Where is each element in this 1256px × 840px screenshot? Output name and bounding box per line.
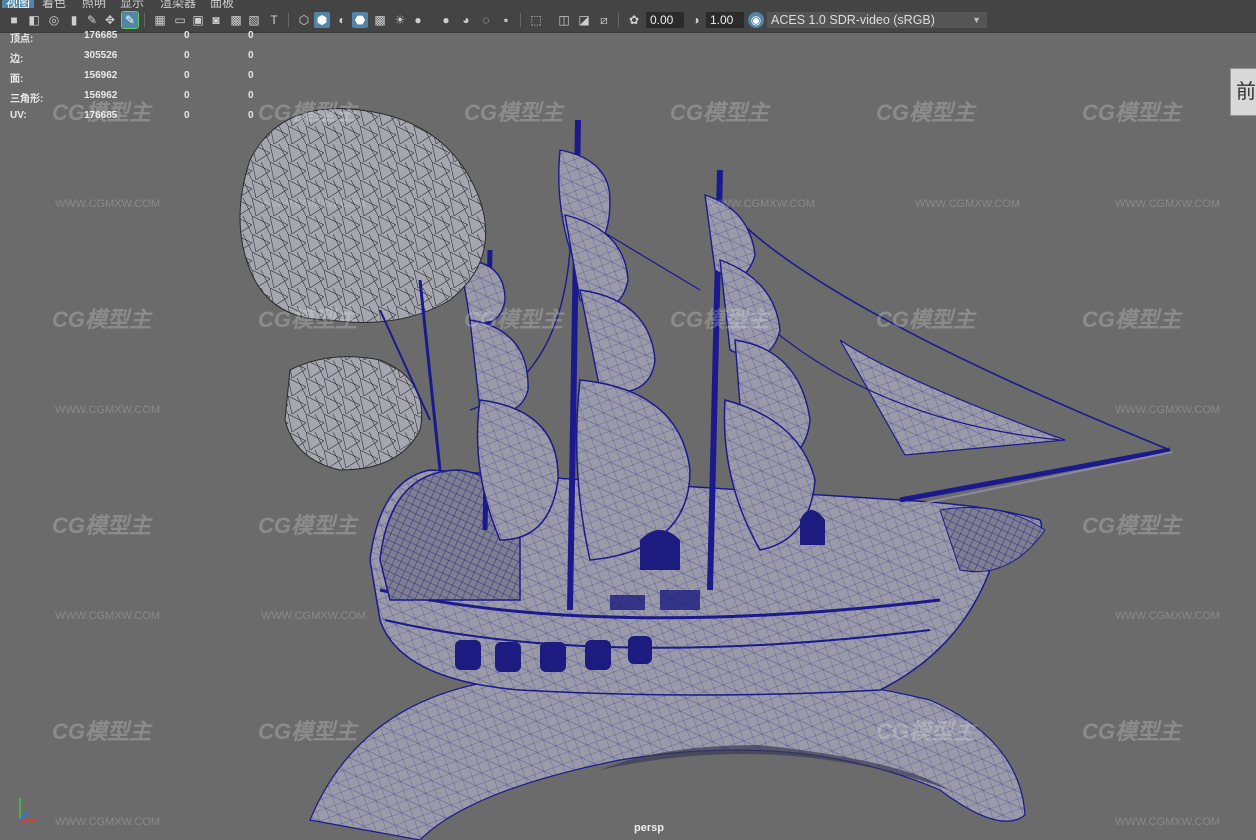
watermark-url: WWW.CGMXW.COM bbox=[1115, 404, 1221, 416]
hud-row-edges: 边: 305526 0 0 bbox=[10, 50, 270, 70]
hud-value: 156962 bbox=[84, 70, 118, 81]
watermark-logo: CG模型主 bbox=[876, 100, 976, 125]
watermark-logo: CG模型主 bbox=[258, 513, 358, 538]
hud-label: 面: bbox=[10, 74, 24, 85]
watermark-url: WWW.CGMXW.COM bbox=[1115, 610, 1221, 622]
ship-model[interactable] bbox=[239, 108, 1173, 840]
hud-label: 边: bbox=[10, 54, 24, 65]
watermark-logo: CG模型主 bbox=[670, 100, 770, 125]
hud-value: 0 bbox=[184, 50, 190, 61]
watermark-logo: CG模型主 bbox=[1082, 513, 1182, 538]
hud-value: 0 bbox=[184, 90, 190, 101]
watermark-logo: CG模型主 bbox=[52, 100, 152, 125]
watermark-url: WWW.CGMXW.COM bbox=[55, 198, 161, 210]
watermark-url: WWW.CGMXW.COM bbox=[1115, 198, 1221, 210]
watermark-url: WWW.CGMXW.COM bbox=[55, 816, 161, 828]
camera-name-label: persp bbox=[634, 822, 664, 834]
hud-value: 0 bbox=[248, 30, 254, 41]
viewcube[interactable]: 前 bbox=[1230, 68, 1256, 116]
hud-value: 0 bbox=[248, 110, 254, 121]
watermark-url: WWW.CGMXW.COM bbox=[261, 610, 367, 622]
watermark-logo: CG模型主 bbox=[876, 307, 976, 332]
watermark-logo: CG模型主 bbox=[52, 307, 152, 332]
watermark-url: WWW.CGMXW.COM bbox=[55, 404, 161, 416]
watermark-logo: CG模型主 bbox=[464, 100, 564, 125]
hud-row-faces: 面: 156962 0 0 bbox=[10, 70, 270, 90]
watermark-url: WWW.CGMXW.COM bbox=[710, 198, 816, 210]
hud-label: 顶点: bbox=[10, 34, 34, 45]
hud-value: 0 bbox=[248, 50, 254, 61]
watermark-url: WWW.CGMXW.COM bbox=[915, 198, 1021, 210]
axis-gizmo-icon bbox=[19, 798, 36, 821]
watermark-logo: CG模型主 bbox=[52, 513, 152, 538]
hud-label: 三角形: bbox=[10, 94, 44, 105]
hud-value: 0 bbox=[248, 90, 254, 101]
watermark-url: WWW.CGMXW.COM bbox=[55, 610, 161, 622]
watermark-logo: CG模型主 bbox=[1082, 100, 1182, 125]
hud-value: 0 bbox=[184, 110, 190, 121]
watermark-url: WWW.CGMXW.COM bbox=[261, 198, 367, 210]
watermark-url: WWW.CGMXW.COM bbox=[1115, 816, 1221, 828]
watermark-logo: CG模型主 bbox=[876, 719, 976, 744]
hud-value: 0 bbox=[184, 30, 190, 41]
watermark-logo: CG模型主 bbox=[670, 307, 770, 332]
hud-value: 305526 bbox=[84, 50, 118, 61]
hud-label: UV: bbox=[10, 110, 27, 121]
hud-value: 0 bbox=[184, 70, 190, 81]
watermark-logo: CG模型主 bbox=[52, 719, 152, 744]
hud-value: 0 bbox=[248, 70, 254, 81]
watermark-logo: CG模型主 bbox=[258, 307, 358, 332]
watermark-logo: CG模型主 bbox=[258, 100, 358, 125]
watermark-logo: CG模型主 bbox=[1082, 719, 1182, 744]
watermark-logo: CG模型主 bbox=[464, 307, 564, 332]
watermark-logo: CG模型主 bbox=[1082, 307, 1182, 332]
watermark-logo: CG模型主 bbox=[258, 719, 358, 744]
hud-row-vertices: 顶点: 176685 0 0 bbox=[10, 30, 270, 50]
hud-value: 176685 bbox=[84, 30, 118, 41]
